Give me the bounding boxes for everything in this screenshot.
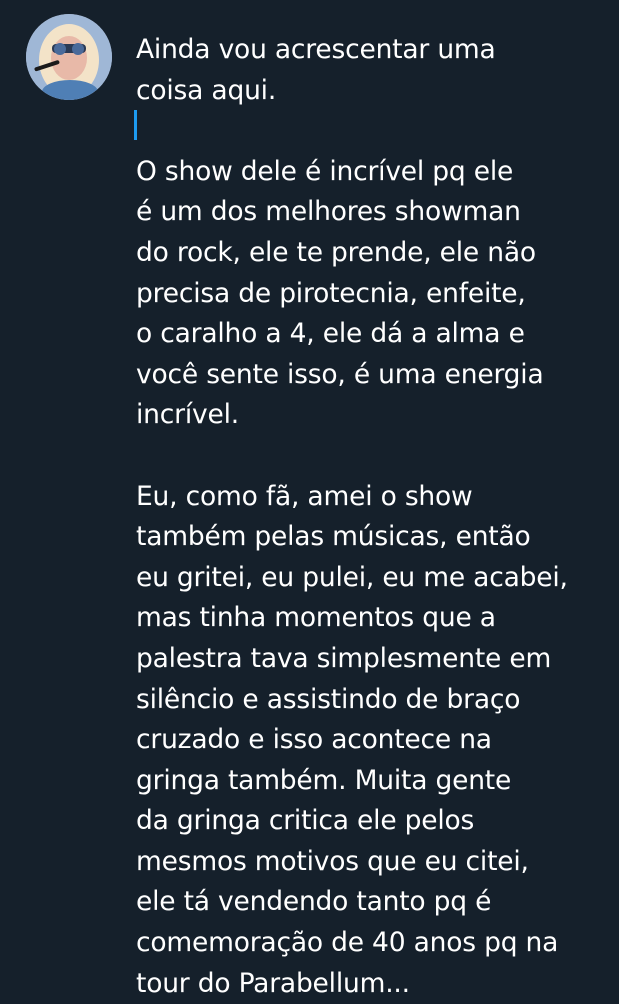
text-line: Eu, como fã, amei o show [136,480,473,512]
text-line: palestra tava simplesmente em [136,642,552,674]
text-line: mas tinha momentos que a [136,602,496,634]
avatar[interactable] [26,14,112,100]
text-line: comemoração de 40 anos pq na [136,927,559,959]
text-line: tour do Parabellum... [136,967,410,999]
text-line: Ainda vou acrescentar uma [136,34,496,65]
text-line: precisa de pirotecnia, enfeite, [136,277,526,309]
paragraph: Ainda vou acrescentar uma coisa aqui. [136,30,606,111]
text-line: O show dele é incrível pq ele [136,155,514,187]
text-line: é um dos melhores showman [136,196,521,228]
avatar-image [26,14,112,100]
text-line: coisa aqui. [136,74,277,106]
text-line: você sente isso, é uma energia [136,358,544,390]
text-line: cruzado e isso acontece na [136,724,492,756]
text-line: o caralho a 4, ele dá a alma e [136,318,525,350]
text-line: da gringa critica ele pelos [136,805,475,837]
text-line: silêncio e assistindo de braço [136,683,521,715]
text-line: incrível. [136,399,239,431]
text-line: ele tá vendendo tanto pq é [136,886,492,918]
tweet-text: Ainda vou acrescentar uma coisa aqui. O … [136,30,606,1004]
text-line: eu gritei, eu pulei, eu me acabei, [136,561,568,593]
text-line: gringa também. Muita gente [136,764,512,796]
paragraph: O show dele é incrível pq ele é um dos m… [136,152,606,436]
paragraph: Eu, como fã, amei o show também pelas mú… [136,477,606,1004]
text-line: mesmos motivos que eu citei, [136,845,529,877]
text-line: do rock, ele te prende, ele não [136,236,536,268]
text-line: também pelas músicas, então [136,521,531,553]
